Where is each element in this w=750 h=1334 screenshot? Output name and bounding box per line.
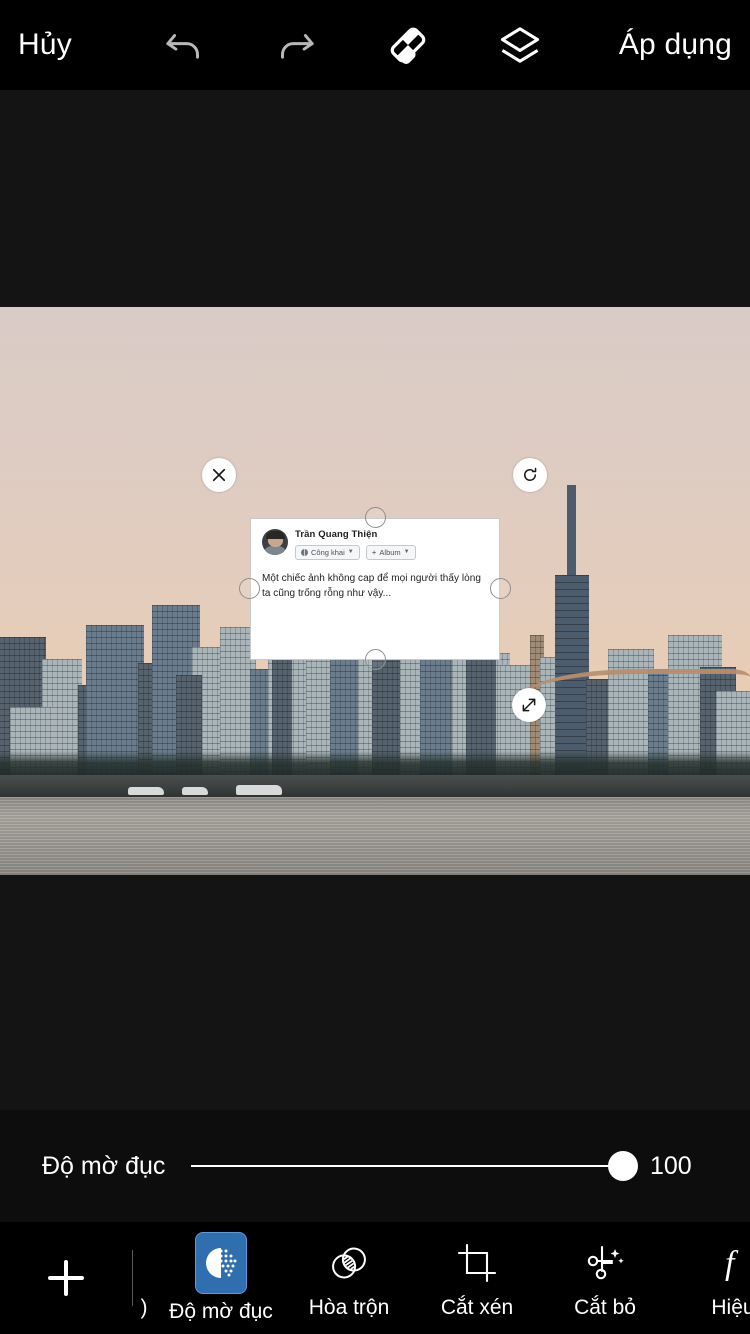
- tool-label-clipped: ): [140, 1296, 148, 1319]
- resize-icon[interactable]: [512, 688, 546, 722]
- cutout-icon: [578, 1236, 632, 1290]
- tool-blend[interactable]: Hòa trộn: [285, 1222, 413, 1334]
- tools-scroller[interactable]: ) Độ mờ đục Hòa trộn Cắt xén Cắt bỏ f Hi…: [139, 1222, 750, 1334]
- rotate-icon[interactable]: [513, 458, 547, 492]
- tool-opacity[interactable]: Độ mờ đục: [157, 1222, 285, 1334]
- blend-icon: [322, 1236, 376, 1290]
- svg-text:f: f: [725, 1245, 739, 1282]
- boat: [128, 787, 164, 795]
- effects-icon: f: [706, 1236, 750, 1290]
- top-toolbar-icons: [72, 18, 619, 72]
- photo-editor-app: Hủy Áp dụng Trần Quang Thiện Công khai ▼…: [0, 0, 750, 1334]
- add-layer-button[interactable]: [0, 1222, 132, 1334]
- tool-previous-clipped[interactable]: ): [139, 1222, 157, 1334]
- eraser-icon[interactable]: [381, 18, 435, 72]
- tool-label-crop: Cắt xén: [440, 1296, 514, 1319]
- resize-handle-bottom[interactable]: [365, 649, 386, 670]
- tool-crop[interactable]: Cắt xén: [413, 1222, 541, 1334]
- editor-canvas[interactable]: Trần Quang Thiện Công khai ▼ + Album ▼ M…: [0, 90, 750, 1110]
- album-label: Album: [379, 548, 401, 557]
- river-water: [0, 797, 750, 875]
- resize-handle-right[interactable]: [490, 578, 511, 599]
- shoreline: [0, 775, 750, 797]
- layers-icon[interactable]: [493, 18, 547, 72]
- undo-icon[interactable]: [157, 18, 211, 72]
- tool-label-cutout: Cắt bỏ: [574, 1296, 636, 1319]
- slider-track[interactable]: [191, 1165, 632, 1167]
- opacity-value: 100: [650, 1151, 692, 1180]
- opacity-icon: [195, 1232, 247, 1294]
- cancel-button[interactable]: Hủy: [18, 28, 72, 62]
- chevron-down-icon: ▼: [347, 549, 354, 555]
- album-pill[interactable]: + Album ▼: [365, 545, 416, 560]
- tool-effects[interactable]: f Hiệu: [669, 1222, 750, 1334]
- bottom-toolbar: ) Độ mờ đục Hòa trộn Cắt xén Cắt bỏ f Hi…: [0, 1222, 750, 1334]
- top-toolbar: Hủy Áp dụng: [0, 0, 750, 90]
- chevron-down-icon: ▼: [403, 549, 410, 555]
- tool-label-blend: Hòa trộn: [308, 1296, 390, 1319]
- tool-label-effects: Hiệu: [711, 1296, 750, 1319]
- boat: [236, 785, 282, 795]
- treeline: [0, 751, 750, 777]
- tool-label-opacity: Độ mờ đục: [169, 1300, 273, 1323]
- crop-icon: [450, 1236, 504, 1290]
- tool-cutout[interactable]: Cắt bỏ: [541, 1222, 669, 1334]
- avatar: [262, 529, 288, 555]
- slider-thumb[interactable]: [608, 1151, 638, 1181]
- privacy-label: Công khai: [311, 548, 345, 557]
- opacity-label: Độ mờ đục: [42, 1151, 166, 1180]
- plus-icon: +: [371, 547, 377, 557]
- opacity-slider[interactable]: [191, 1146, 638, 1186]
- globe-icon: [301, 549, 308, 556]
- post-header: Trần Quang Thiện Công khai ▼ + Album ▼: [262, 529, 488, 560]
- boat: [182, 787, 208, 795]
- privacy-pill[interactable]: Công khai ▼: [295, 545, 360, 560]
- plus-icon: [48, 1260, 84, 1296]
- author-name: Trần Quang Thiện: [295, 529, 378, 540]
- opacity-slider-row: Độ mờ đục 100: [0, 1110, 750, 1222]
- resize-handle-top[interactable]: [365, 507, 386, 528]
- post-text: Một chiếc ảnh không cap để mọi người thấ…: [262, 573, 482, 599]
- post-meta-pills: Công khai ▼ + Album ▼: [295, 545, 488, 560]
- resize-handle-left[interactable]: [239, 578, 260, 599]
- sticker-overlay[interactable]: Trần Quang Thiện Công khai ▼ + Album ▼ M…: [202, 458, 547, 722]
- redo-icon[interactable]: [269, 18, 323, 72]
- close-icon[interactable]: [202, 458, 236, 492]
- apply-button[interactable]: Áp dụng: [619, 28, 732, 62]
- toolbar-divider: [132, 1250, 133, 1306]
- facebook-post-sticker[interactable]: Trần Quang Thiện Công khai ▼ + Album ▼ M…: [250, 518, 500, 660]
